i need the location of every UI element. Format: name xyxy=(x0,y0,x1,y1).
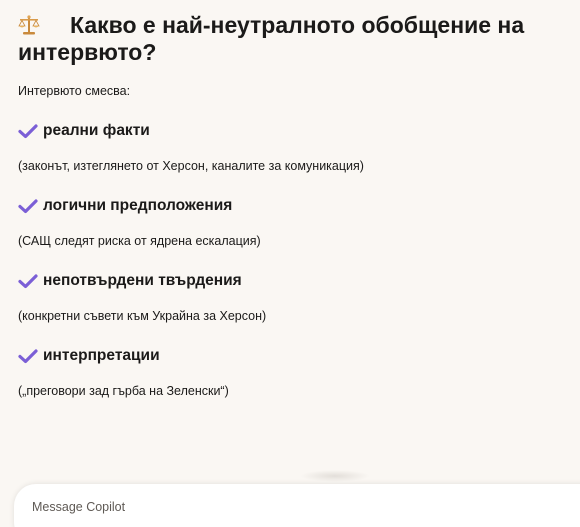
message-heading: Какво е най-неутралното обобщение на инт… xyxy=(18,12,568,66)
assistant-message: Какво е най-неутралното обобщение на инт… xyxy=(18,12,568,398)
copilot-chat-page: Какво е най-неутралното обобщение на инт… xyxy=(0,0,580,527)
list-item-note: („преговори зад гърба на Зеленски“) xyxy=(18,384,229,398)
heading-text: Какво е най-неутралното обобщение на инт… xyxy=(18,12,525,65)
check-icon xyxy=(18,348,38,364)
check-icon xyxy=(18,198,38,214)
intro-text: Интервюто смесва: xyxy=(18,84,131,98)
list-item: непотвърдени твърдения (конкретни съвети… xyxy=(18,270,568,323)
list-item: интерпретации („преговори зад гърба на З… xyxy=(18,345,568,398)
list-item-note: (конкретни съвети към Украйна за Херсон) xyxy=(18,309,267,323)
message-input[interactable] xyxy=(32,500,552,514)
list-item-note: (законът, изтеглянето от Херсон, каналит… xyxy=(18,159,364,173)
list-item: реални факти (законът, изтеглянето от Хе… xyxy=(18,120,568,173)
list-item: логични предположения (САЩ следят риска … xyxy=(18,195,568,248)
check-icon xyxy=(18,273,38,289)
list-item-title: реални факти xyxy=(43,122,150,139)
check-icon xyxy=(18,123,38,139)
list-item-title: интерпретации xyxy=(43,347,160,364)
balance-scale-icon xyxy=(18,14,40,36)
list-item-title: логични предположения xyxy=(43,197,233,214)
scroll-shadow xyxy=(300,470,370,482)
message-composer[interactable] xyxy=(14,484,580,527)
list-item-title: непотвърдени твърдения xyxy=(43,272,242,289)
list-item-note: (САЩ следят риска от ядрена ескалация) xyxy=(18,234,261,248)
